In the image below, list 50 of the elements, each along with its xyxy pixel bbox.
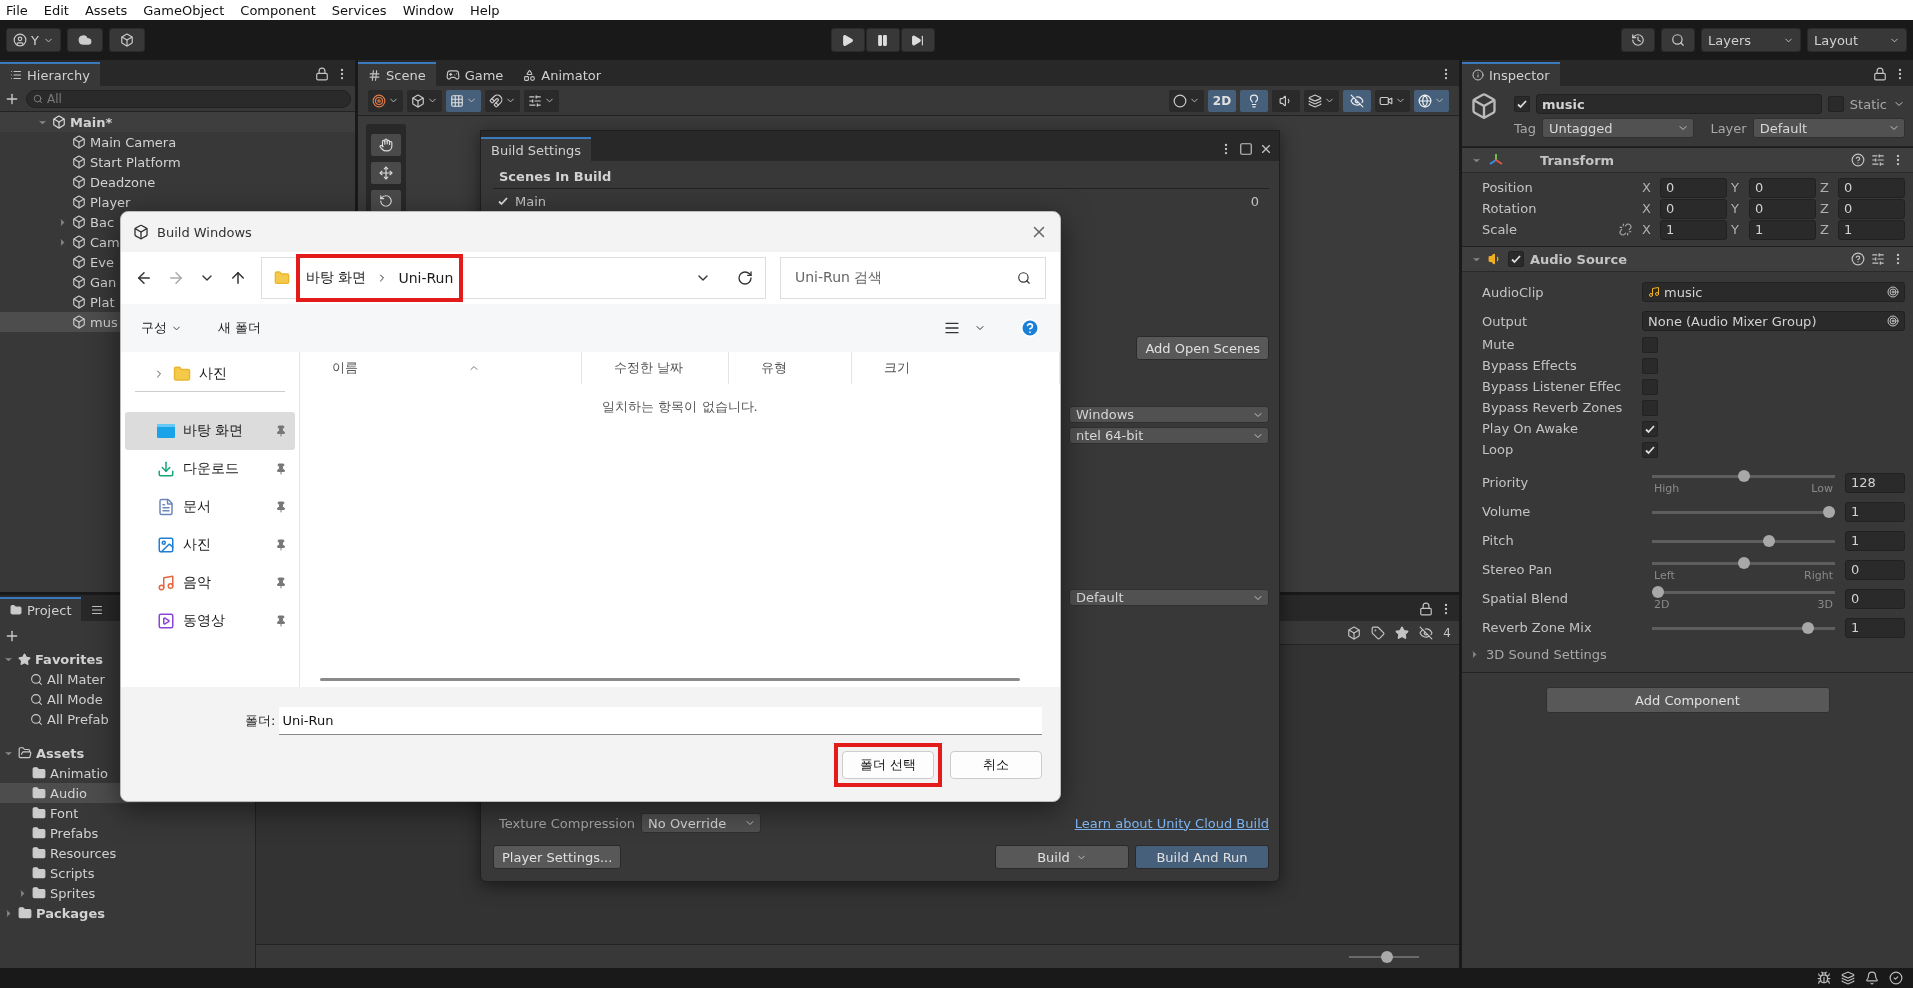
axis-label: Y bbox=[1731, 222, 1740, 237]
field-label: Stereo Pan bbox=[1482, 562, 1552, 577]
section-heading: Scenes In Build bbox=[498, 168, 613, 186]
range-label: Low bbox=[1811, 482, 1833, 495]
static-label: Static bbox=[1849, 96, 1887, 112]
field-label: AudioClip bbox=[1482, 284, 1544, 300]
field-label: Reverb Zone Mix bbox=[1482, 620, 1592, 635]
range-label: 3D bbox=[1817, 598, 1833, 611]
field-label: Bypass Reverb Zones bbox=[1482, 400, 1623, 415]
range-label: Left bbox=[1654, 569, 1675, 582]
favorites-label: Favorites bbox=[35, 651, 103, 667]
component-title: Audio Source bbox=[1530, 251, 1628, 267]
axis-label: Z bbox=[1820, 180, 1830, 195]
tag-label: Tag bbox=[1514, 120, 1536, 136]
field-label: Play On Awake bbox=[1482, 421, 1578, 436]
field-label: Spatial Blend bbox=[1482, 591, 1568, 606]
axis-label: Z bbox=[1820, 222, 1830, 237]
field-label: Output bbox=[1482, 313, 1528, 329]
scene-name: Main bbox=[515, 193, 547, 209]
hidden-count: 4 bbox=[1443, 625, 1451, 640]
field-label: Position bbox=[1482, 180, 1533, 195]
folder-label: 폴더: bbox=[245, 712, 276, 730]
field-label: Texture Compression bbox=[499, 815, 636, 831]
range-label: High bbox=[1654, 482, 1680, 495]
field-label: Loop bbox=[1482, 442, 1514, 457]
field-label: Scale bbox=[1482, 222, 1517, 237]
section-label: 3D Sound Settings bbox=[1486, 646, 1607, 662]
field-label: Priority bbox=[1482, 475, 1529, 490]
axis-label: X bbox=[1642, 201, 1652, 216]
scene-index: 0 bbox=[1250, 193, 1259, 209]
range-label: 2D bbox=[1654, 598, 1670, 611]
axis-label: Y bbox=[1731, 201, 1740, 216]
axis-label: X bbox=[1642, 180, 1652, 195]
packages-label: Packages bbox=[36, 905, 105, 921]
assets-label: Assets bbox=[36, 745, 85, 761]
layer-label: Layer bbox=[1710, 120, 1747, 136]
field-label: Volume bbox=[1482, 504, 1531, 519]
axis-label: Z bbox=[1820, 201, 1830, 216]
field-label: Pitch bbox=[1482, 533, 1514, 548]
field-label: Bypass Listener Effec bbox=[1482, 379, 1622, 394]
field-label: Mute bbox=[1482, 337, 1515, 352]
axis-label: Y bbox=[1731, 180, 1740, 195]
dialog-title: Build Windows bbox=[157, 224, 252, 240]
range-label: Right bbox=[1804, 569, 1833, 582]
empty-message: 일치하는 항목이 없습니다. bbox=[602, 398, 758, 416]
field-label: Rotation bbox=[1482, 201, 1537, 216]
component-title: Transform bbox=[1540, 152, 1615, 168]
scene-name: Main* bbox=[70, 114, 113, 130]
field-label: Bypass Effects bbox=[1482, 358, 1577, 373]
axis-label: X bbox=[1642, 222, 1652, 237]
